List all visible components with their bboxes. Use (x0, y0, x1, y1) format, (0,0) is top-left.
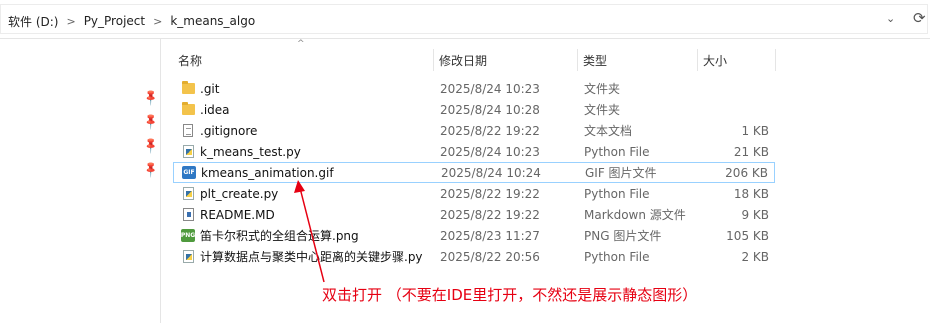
file-row[interactable]: k_means_test.py 2025/8/24 10:23 Python F… (173, 141, 775, 162)
column-header-name[interactable]: 名称 (173, 49, 434, 71)
file-date: 2025/8/22 19:22 (440, 123, 540, 138)
markdown-file-icon (181, 207, 195, 222)
file-date: 2025/8/22 19:22 (440, 207, 540, 222)
file-type: Python File (584, 249, 650, 264)
file-name: 计算数据点与聚类中心距离的关键步骤.py (200, 250, 423, 264)
chevron-down-icon[interactable]: ⌄ (886, 12, 895, 25)
file-date: 2025/8/24 10:28 (440, 102, 540, 117)
pin-icon[interactable]: 📌 (141, 88, 160, 107)
crumb-folder[interactable]: k_means_algo (170, 14, 255, 28)
file-size: 18 KB (733, 186, 769, 201)
python-file-icon (181, 249, 195, 264)
file-size: 2 KB (741, 249, 769, 264)
file-size: 9 KB (741, 207, 769, 222)
file-row[interactable]: plt_create.py 2025/8/22 19:22 Python Fil… (173, 183, 775, 204)
file-type: GIF 图片文件 (585, 166, 657, 180)
file-row[interactable]: 计算数据点与聚类中心距离的关键步骤.py 2025/8/22 20:56 Pyt… (173, 246, 775, 267)
pin-icon[interactable]: 📌 (141, 136, 160, 155)
file-row[interactable]: .idea 2025/8/24 10:28 文件夹 (173, 99, 775, 120)
file-type: 文件夹 (584, 82, 621, 96)
python-file-icon (181, 144, 195, 159)
file-name: .idea (200, 102, 230, 117)
file-size: 1 KB (741, 123, 769, 138)
text-file-icon (181, 123, 195, 138)
folder-icon (181, 102, 195, 117)
png-icon-label: PNG (180, 229, 196, 242)
file-date: 2025/8/22 19:22 (440, 186, 540, 201)
file-type: Markdown 源文件 (584, 208, 686, 222)
file-size: 105 KB (726, 228, 769, 243)
gif-file-icon: GIF (182, 165, 196, 180)
file-type: Python File (584, 144, 650, 159)
file-date: 2025/8/22 20:56 (440, 249, 540, 264)
file-row-selected[interactable]: GIF kmeans_animation.gif 2025/8/24 10:24… (173, 162, 775, 183)
navigation-pane: 📌 📌 📌 📌 (0, 39, 161, 323)
annotation-text: 双击打开 （不要在IDE里打开，不然还是展示静态图形） (322, 286, 698, 304)
file-name: k_means_test.py (200, 144, 301, 159)
file-name: plt_create.py (200, 186, 279, 201)
file-name: README.MD (200, 207, 275, 222)
file-type: PNG 图片文件 (584, 229, 662, 243)
png-file-icon: PNG (180, 228, 196, 243)
chevron-right-icon[interactable]: > (153, 15, 162, 28)
file-date: 2025/8/23 11:27 (440, 228, 540, 243)
file-row[interactable]: PNG 笛卡尔积式的全组合运算.png 2025/8/23 11:27 PNG … (173, 225, 775, 246)
sort-ascending-icon: ^ (297, 39, 305, 49)
python-file-icon (181, 186, 195, 201)
refresh-icon[interactable]: ⟳ (913, 9, 926, 27)
file-size: 206 KB (725, 165, 768, 180)
chevron-right-icon[interactable]: > (66, 15, 75, 28)
column-header-date[interactable]: 修改日期 (434, 49, 578, 71)
crumb-drive[interactable]: 软件 (D:) (8, 13, 58, 30)
file-type: 文件夹 (584, 103, 621, 117)
address-bar[interactable]: 软件 (D:) > Py_Project > k_means_algo ⌄ ⟳ (0, 0, 930, 39)
gif-icon-label: GIF (182, 166, 196, 179)
file-type: 文本文档 (584, 124, 633, 138)
file-row[interactable]: .gitignore 2025/8/22 19:22 文本文档 1 KB (173, 120, 775, 141)
file-row[interactable]: .git 2025/8/24 10:23 文件夹 (173, 78, 775, 99)
file-name: .gitignore (200, 123, 258, 138)
file-name: kmeans_animation.gif (201, 165, 334, 180)
pin-icon[interactable]: 📌 (141, 112, 160, 131)
column-header-size[interactable]: 大小 (698, 49, 776, 71)
file-row[interactable]: README.MD 2025/8/22 19:22 Markdown 源文件 9… (173, 204, 775, 225)
pin-icon[interactable]: 📌 (141, 160, 160, 179)
file-size: 21 KB (733, 144, 769, 159)
file-name: 笛卡尔积式的全组合运算.png (200, 229, 359, 243)
file-date: 2025/8/24 10:23 (440, 144, 540, 159)
breadcrumb: 软件 (D:) > Py_Project > k_means_algo (8, 12, 255, 30)
folder-icon (181, 81, 195, 96)
crumb-project[interactable]: Py_Project (84, 14, 145, 28)
file-date: 2025/8/24 10:24 (441, 165, 541, 180)
file-type: Python File (584, 186, 650, 201)
column-header-type[interactable]: 类型 (578, 49, 698, 71)
file-name: .git (200, 81, 220, 96)
file-date: 2025/8/24 10:23 (440, 81, 540, 96)
